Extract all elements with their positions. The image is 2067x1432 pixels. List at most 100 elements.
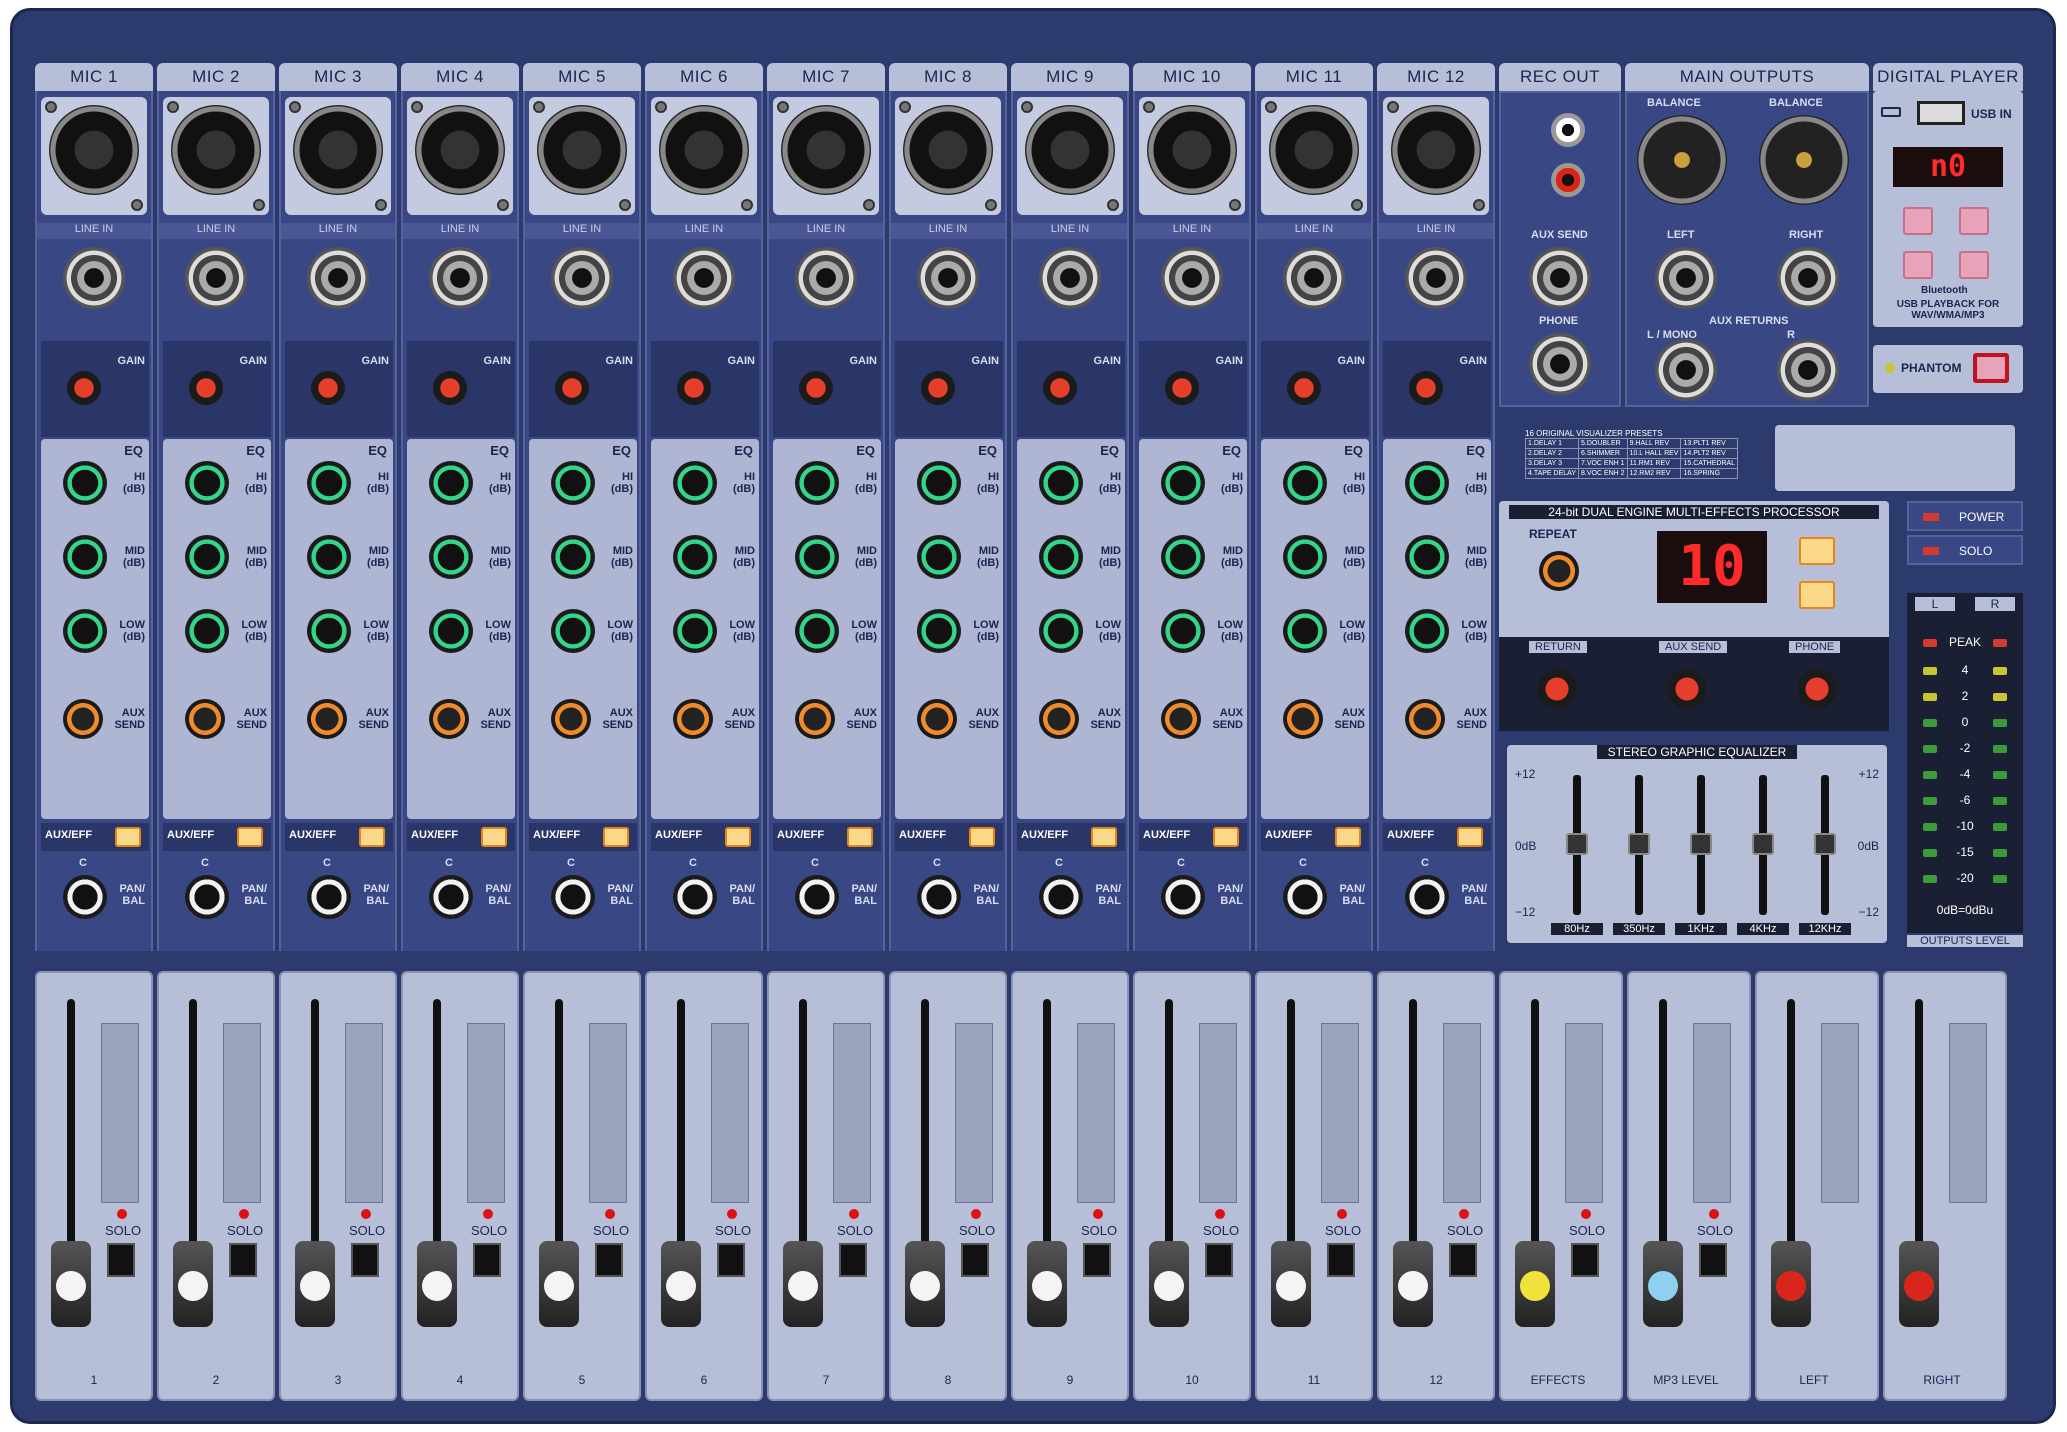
fx-up-button[interactable] <box>1799 537 1835 565</box>
aux-send-knob[interactable] <box>795 699 835 739</box>
master-fader-knob[interactable] <box>1643 1241 1683 1327</box>
gain-knob[interactable] <box>677 371 711 405</box>
eq-low-knob[interactable] <box>307 609 351 653</box>
aux-eff-button[interactable] <box>359 827 385 847</box>
line-in-jack[interactable] <box>185 247 247 309</box>
gain-knob[interactable] <box>433 371 467 405</box>
eq-low-knob[interactable] <box>551 609 595 653</box>
fx-phone-knob[interactable] <box>1797 669 1837 709</box>
line-in-jack[interactable] <box>551 247 613 309</box>
solo-button[interactable] <box>1083 1243 1111 1277</box>
xlr-mic-input[interactable] <box>415 105 505 195</box>
gain-knob[interactable] <box>189 371 223 405</box>
eq-hi-knob[interactable] <box>1283 461 1327 505</box>
rca-left-jack[interactable] <box>1551 113 1585 147</box>
eq-mid-knob[interactable] <box>429 535 473 579</box>
fader-knob[interactable] <box>295 1241 335 1327</box>
fader-knob[interactable] <box>905 1241 945 1327</box>
eq-hi-knob[interactable] <box>185 461 229 505</box>
solo-button[interactable] <box>839 1243 867 1277</box>
line-in-jack[interactable] <box>1283 247 1345 309</box>
line-in-jack[interactable] <box>917 247 979 309</box>
pan-knob[interactable] <box>307 875 351 919</box>
solo-button[interactable] <box>1449 1243 1477 1277</box>
solo-button[interactable] <box>1327 1243 1355 1277</box>
eq-hi-knob[interactable] <box>1039 461 1083 505</box>
pan-knob[interactable] <box>673 875 717 919</box>
aux-eff-button[interactable] <box>237 827 263 847</box>
eq-hi-knob[interactable] <box>917 461 961 505</box>
phone-jack[interactable] <box>1529 333 1591 395</box>
xlr-mic-input[interactable] <box>171 105 261 195</box>
geq-slider-knob[interactable] <box>1752 833 1774 855</box>
gain-knob[interactable] <box>311 371 345 405</box>
eq-mid-knob[interactable] <box>63 535 107 579</box>
aux-eff-button[interactable] <box>115 827 141 847</box>
aux-eff-button[interactable] <box>1457 827 1483 847</box>
fader-knob[interactable] <box>51 1241 91 1327</box>
xlr-mic-input[interactable] <box>1025 105 1115 195</box>
main-trs-output[interactable] <box>1777 247 1839 309</box>
pan-knob[interactable] <box>1283 875 1327 919</box>
aux-send-knob[interactable] <box>63 699 103 739</box>
xlr-mic-input[interactable] <box>903 105 993 195</box>
xlr-mic-input[interactable] <box>49 105 139 195</box>
solo-button[interactable] <box>1571 1243 1599 1277</box>
aux-eff-button[interactable] <box>1213 827 1239 847</box>
aux-send-knob[interactable] <box>1039 699 1079 739</box>
main-xlr-output[interactable] <box>1637 115 1727 205</box>
eq-low-knob[interactable] <box>917 609 961 653</box>
eq-mid-knob[interactable] <box>1161 535 1205 579</box>
eq-low-knob[interactable] <box>1039 609 1083 653</box>
fx-down-button[interactable] <box>1799 581 1835 609</box>
aux-send-knob[interactable] <box>429 699 469 739</box>
eq-low-knob[interactable] <box>1283 609 1327 653</box>
fader-knob[interactable] <box>783 1241 823 1327</box>
prev-button[interactable] <box>1903 207 1933 235</box>
eq-mid-knob[interactable] <box>673 535 717 579</box>
fader-knob[interactable] <box>1027 1241 1067 1327</box>
pan-knob[interactable] <box>1405 875 1449 919</box>
aux-eff-button[interactable] <box>725 827 751 847</box>
solo-button[interactable] <box>961 1243 989 1277</box>
eq-hi-knob[interactable] <box>429 461 473 505</box>
eq-hi-knob[interactable] <box>795 461 839 505</box>
aux-eff-button[interactable] <box>1091 827 1117 847</box>
fx-aux_send-knob[interactable] <box>1667 669 1707 709</box>
eq-hi-knob[interactable] <box>1161 461 1205 505</box>
geq-slider-knob[interactable] <box>1566 833 1588 855</box>
solo-button[interactable] <box>717 1243 745 1277</box>
gain-knob[interactable] <box>67 371 101 405</box>
solo-button[interactable] <box>1699 1243 1727 1277</box>
gain-knob[interactable] <box>799 371 833 405</box>
phantom-switch[interactable] <box>1973 353 2009 383</box>
eq-low-knob[interactable] <box>1405 609 1449 653</box>
return-knob[interactable] <box>1537 669 1577 709</box>
line-in-jack[interactable] <box>673 247 735 309</box>
gain-knob[interactable] <box>1165 371 1199 405</box>
fader-knob[interactable] <box>539 1241 579 1327</box>
pan-knob[interactable] <box>917 875 961 919</box>
xlr-mic-input[interactable] <box>781 105 871 195</box>
solo-button[interactable] <box>107 1243 135 1277</box>
usb-port[interactable] <box>1917 101 1965 125</box>
eq-hi-knob[interactable] <box>551 461 595 505</box>
master-fader-knob[interactable] <box>1899 1241 1939 1327</box>
line-in-jack[interactable] <box>795 247 857 309</box>
aux-send-knob[interactable] <box>1161 699 1201 739</box>
solo-button[interactable] <box>229 1243 257 1277</box>
eq-hi-knob[interactable] <box>63 461 107 505</box>
gain-knob[interactable] <box>1043 371 1077 405</box>
aux-return-l-jack[interactable] <box>1655 339 1717 401</box>
eq-mid-knob[interactable] <box>1283 535 1327 579</box>
solo-button[interactable] <box>351 1243 379 1277</box>
aux-eff-button[interactable] <box>481 827 507 847</box>
pan-knob[interactable] <box>185 875 229 919</box>
aux-send-knob[interactable] <box>307 699 347 739</box>
eq-hi-knob[interactable] <box>673 461 717 505</box>
pan-knob[interactable] <box>429 875 473 919</box>
eq-low-knob[interactable] <box>1161 609 1205 653</box>
line-in-jack[interactable] <box>1161 247 1223 309</box>
fader-knob[interactable] <box>1149 1241 1189 1327</box>
aux-eff-button[interactable] <box>847 827 873 847</box>
